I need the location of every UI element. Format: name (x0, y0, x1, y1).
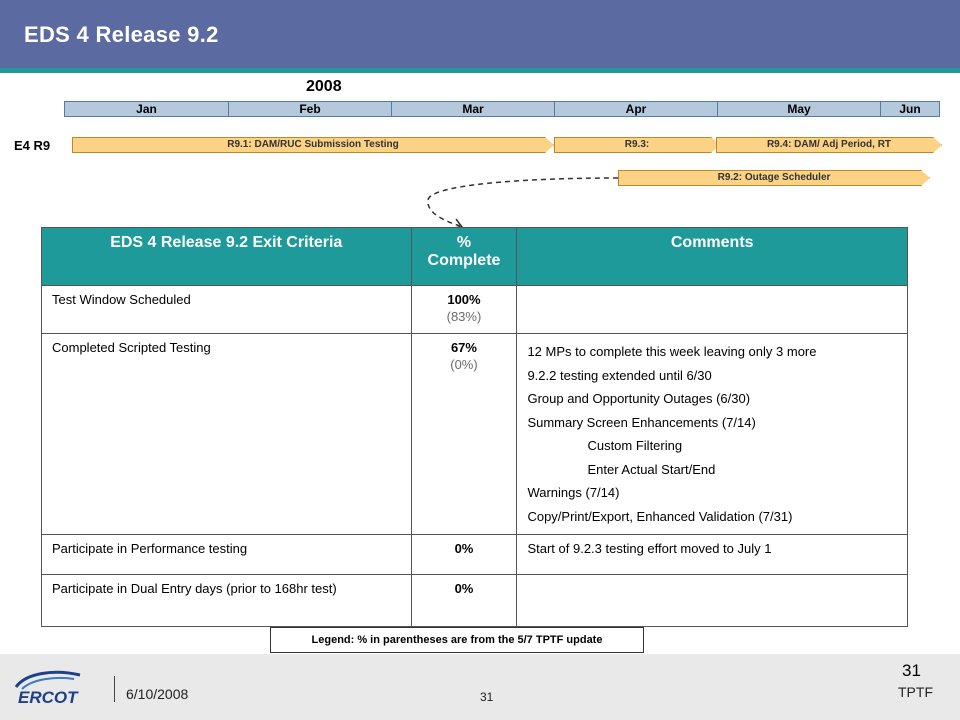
comments-cell (516, 574, 908, 627)
page-number-center: 31 (480, 690, 494, 704)
pct-value: 0% (454, 581, 474, 596)
legend-box: Legend: % in parentheses are from the 5/… (270, 627, 644, 653)
comment-line: Group and Opportunity Outages (6/30) (527, 391, 751, 406)
pct-previous: (83%) (446, 309, 482, 324)
header-comments: Comments (516, 227, 908, 286)
footer-org: TPTF (898, 684, 933, 700)
table-row: Participate in Dual Entry days (prior to… (41, 574, 908, 627)
pct-value: 100% (447, 292, 481, 307)
header-criteria: EDS 4 Release 9.2 Exit Criteria (41, 227, 412, 286)
pct-previous: (0%) (450, 357, 478, 372)
footer-date: 6/10/2008 (126, 686, 189, 702)
pct-cell: 0% (410, 534, 518, 575)
criteria-cell: Participate in Performance testing (41, 534, 412, 575)
ercot-logo-icon: ERCOT (14, 670, 81, 707)
pct-cell: 100% (83%) (410, 285, 518, 334)
table-row: Participate in Performance testing 0% St… (41, 534, 908, 575)
header-pct-symbol: % (456, 234, 472, 251)
comments-cell: 12 MPs to complete this week leaving onl… (516, 333, 908, 535)
connector-arrow (427, 177, 619, 229)
header-pct-word: Complete (427, 252, 501, 269)
comment-line: Summary Screen Enhancements (7/14) (527, 414, 756, 430)
exit-criteria-table: EDS 4 Release 9.2 Exit Criteria % Comple… (41, 227, 908, 627)
comment-subline: Custom Filtering (587, 438, 683, 453)
comments-cell: Start of 9.2.3 testing effort moved to J… (516, 534, 908, 575)
comment-line: 12 MPs to complete this week leaving onl… (527, 344, 817, 359)
comments-cell (516, 285, 908, 334)
pct-cell: 0% (410, 574, 518, 627)
page-number-right: 31 (902, 661, 921, 680)
criteria-cell: Completed Scripted Testing (41, 333, 412, 535)
header-pct-complete: % Complete (410, 227, 518, 286)
criteria-cell: Participate in Dual Entry days (prior to… (41, 574, 412, 627)
table-header-row: EDS 4 Release 9.2 Exit Criteria % Comple… (41, 227, 908, 286)
comment-line: 9.2.2 testing extended until 6/30 (527, 367, 712, 383)
pct-value: 67% (450, 340, 477, 355)
comment-line: Copy/Print/Export, Enhanced Validation (… (527, 508, 793, 524)
table-row: Test Window Scheduled 100% (83%) (41, 285, 908, 334)
pct-value: 0% (454, 541, 474, 556)
table-row: Completed Scripted Testing 67% (0%) 12 M… (41, 333, 908, 535)
criteria-cell: Test Window Scheduled (41, 285, 412, 334)
svg-text:ERCOT: ERCOT (18, 688, 79, 707)
footer-separator (114, 676, 115, 702)
comment-line: Warnings (7/14) (527, 485, 620, 500)
comment-subline: Enter Actual Start/End (587, 461, 716, 477)
pct-cell: 67% (0%) (410, 333, 518, 535)
comment-line: Start of 9.2.3 testing effort moved to J… (527, 541, 772, 556)
